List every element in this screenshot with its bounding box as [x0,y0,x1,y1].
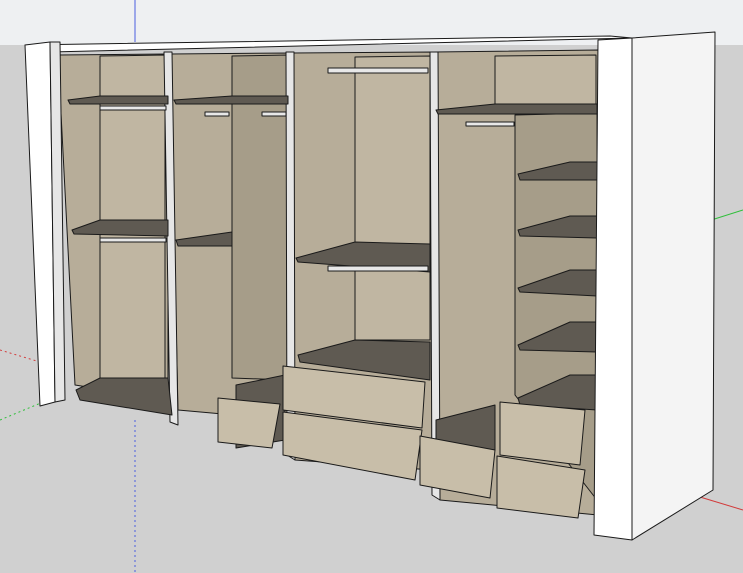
hanging-rail [327,67,429,74]
hanging-rail [327,265,429,272]
hanging-rail [99,237,167,243]
compartment-3-rear [354,55,431,341]
drawer[interactable] [217,397,281,449]
hanging-rail [465,121,515,127]
hanging-rail [204,111,230,117]
right-end-side [631,31,716,541]
right-end-front [593,37,633,541]
compartment-4-rear [494,54,597,111]
hanging-rail [261,111,287,117]
3d-viewport[interactable] [0,0,743,573]
model-canvas[interactable] [0,0,743,573]
drawer[interactable] [499,401,586,466]
hanging-rail [99,105,167,111]
